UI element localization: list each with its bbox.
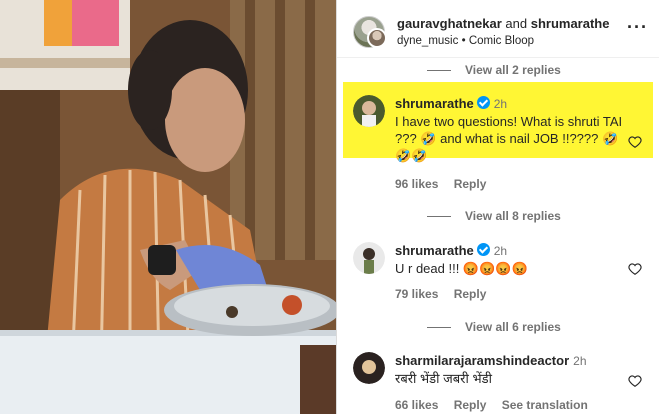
comment-username[interactable]: shrumarathe (395, 243, 474, 258)
comment-body: shrumarathe 2h U r dead !!! 😡😡😡😡 (395, 242, 625, 277)
comment-time[interactable]: 2h (494, 97, 507, 111)
like-heart-icon[interactable] (628, 262, 642, 276)
comment-text: U r dead !!! 😡😡😡😡 (395, 261, 528, 276)
coauthor-username[interactable]: shrumarathe (531, 16, 610, 31)
comment-likes[interactable]: 79 likes (395, 287, 438, 301)
more-options-icon[interactable]: ··· (627, 18, 648, 36)
audio-artist: dyne_music (397, 35, 459, 47)
reply-button[interactable]: Reply (454, 398, 487, 412)
comment-body: sharmilarajaramshindeactor 2h रबरी भेंडी … (395, 352, 625, 387)
verified-badge-icon (476, 243, 490, 256)
video-frame (0, 0, 336, 414)
comment-username[interactable]: shrumarathe (395, 96, 474, 111)
view-replies-2[interactable]: View all 6 replies (427, 320, 561, 334)
comment-meta: 66 likes Reply See translation (395, 398, 600, 412)
comment-time[interactable]: 2h (494, 244, 507, 258)
comment-text: रबरी भेंडी जबरी भेंडी (395, 371, 492, 386)
audio-separator: • (461, 35, 466, 47)
audio-title: Comic Bloop (468, 35, 535, 47)
commenter-avatar[interactable] (353, 95, 385, 127)
comment-time[interactable]: 2h (573, 354, 586, 368)
verified-badge-icon (476, 96, 490, 109)
like-heart-icon[interactable] (628, 135, 642, 149)
authors-and: and (505, 16, 528, 31)
coauthor-avatar[interactable] (367, 28, 387, 48)
comment-meta: 96 likes Reply (395, 177, 498, 191)
post-header: gauravghatnekar and shrumarathe dyne_mus… (337, 0, 659, 58)
see-translation-link[interactable]: See translation (502, 398, 588, 412)
comment-body: shrumarathe 2h I have two questions! What… (395, 95, 625, 164)
comment-username[interactable]: sharmilarajaramshindeactor (395, 353, 569, 368)
comments-panel: gauravghatnekar and shrumarathe dyne_mus… (336, 0, 659, 414)
commenter-avatar[interactable] (353, 352, 385, 384)
comment-text: I have two questions! What is shruti TAI… (395, 114, 623, 163)
commenter-avatar[interactable] (353, 242, 385, 274)
reply-button[interactable]: Reply (454, 177, 487, 191)
post-video[interactable] (0, 0, 336, 414)
view-replies-1[interactable]: View all 8 replies (427, 209, 561, 223)
comment-meta: 79 likes Reply (395, 287, 498, 301)
comment-likes[interactable]: 66 likes (395, 398, 438, 412)
view-replies-top[interactable]: View all 2 replies (427, 63, 561, 77)
audio-info[interactable]: dyne_music • Comic Bloop (397, 35, 534, 47)
author-username[interactable]: gauravghatnekar (397, 16, 502, 31)
post-authors: gauravghatnekar and shrumarathe (397, 16, 609, 31)
like-heart-icon[interactable] (628, 374, 642, 388)
comment-likes[interactable]: 96 likes (395, 177, 438, 191)
reply-button[interactable]: Reply (454, 287, 487, 301)
